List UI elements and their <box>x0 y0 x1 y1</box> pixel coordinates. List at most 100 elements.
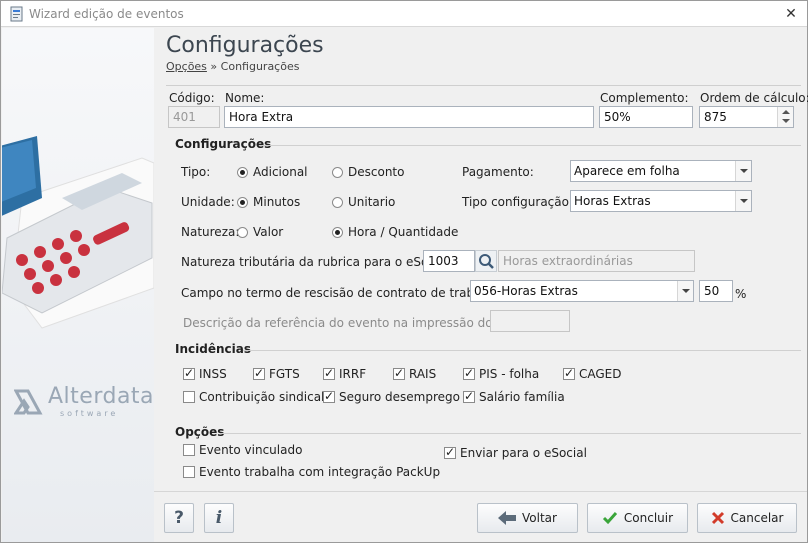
header-divider <box>166 85 801 86</box>
complemento-input[interactable]: 50% <box>599 106 693 128</box>
natureza-tributaria-desc: Horas extraordinárias <box>498 250 695 272</box>
check-packup[interactable]: Evento trabalha com integração PackUp <box>183 465 440 479</box>
checkbox <box>183 466 195 478</box>
ordem-value: 875 <box>704 110 727 124</box>
cancelar-button[interactable]: Cancelar <box>697 503 797 533</box>
radio-dot <box>332 166 343 178</box>
radio-label: Adicional <box>253 165 308 179</box>
search-button[interactable] <box>475 250 497 272</box>
logo-subtext: software <box>60 409 119 418</box>
campo-rescisao-select[interactable]: 056-Horas Extras <box>470 280 694 302</box>
checkbox <box>183 391 195 403</box>
radio-label: Valor <box>253 225 284 239</box>
info-icon: i <box>215 508 223 528</box>
check-inss[interactable]: INSS <box>183 366 227 381</box>
check-label: FGTS <box>269 367 300 381</box>
checkbox <box>563 366 575 380</box>
ordem-calculo-input[interactable]: 875 <box>699 106 794 128</box>
check-label: Seguro desemprego <box>339 390 461 404</box>
checkbox <box>183 366 195 380</box>
natureza-tributaria-code-input[interactable]: 1003 <box>423 250 475 272</box>
cancelar-label: Cancelar <box>730 511 784 525</box>
check-rais[interactable]: RAIS <box>393 366 437 381</box>
tipo-label: Tipo: <box>181 165 211 179</box>
check-label: Enviar para o eSocial <box>460 446 587 460</box>
chevron-down-icon[interactable] <box>677 281 693 301</box>
voltar-button[interactable]: Voltar <box>477 503 578 533</box>
check-label: RAIS <box>409 367 437 381</box>
chevron-down-icon[interactable] <box>735 191 751 211</box>
nome-label: Nome: <box>225 91 265 105</box>
left-illustration-panel: Alterdata software <box>2 28 154 542</box>
checkbox <box>463 389 475 403</box>
window-title: Wizard edição de eventos <box>29 7 184 21</box>
radio-natureza-hora[interactable]: Hora / Quantidade <box>332 225 458 239</box>
pagamento-label: Pagamento: <box>462 165 534 179</box>
pagamento-select[interactable]: Aparece em folha <box>570 160 752 182</box>
descricao-trct-label: Descrição da referência do evento na imp… <box>183 316 530 330</box>
tipo-config-select[interactable]: Horas Extras <box>570 190 752 212</box>
radio-dot <box>237 196 248 208</box>
radio-tipo-desconto[interactable]: Desconto <box>332 165 404 179</box>
alterdata-logo: Alterdata software <box>14 383 154 419</box>
check-label: CAGED <box>579 367 622 381</box>
radio-dot <box>332 196 343 208</box>
check-icon <box>602 512 618 525</box>
complemento-label: Complemento: <box>600 91 689 105</box>
checkbox <box>444 445 456 459</box>
search-icon <box>479 254 494 269</box>
radio-dot <box>332 226 343 238</box>
title-bar: Wizard edição de eventos ✕ <box>1 1 807 27</box>
codigo-input[interactable]: 401 <box>168 106 220 128</box>
radio-unidade-unitario[interactable]: Unitario <box>332 195 395 209</box>
radio-label: Desconto <box>348 165 405 179</box>
check-seguro-desemprego[interactable]: Seguro desemprego <box>323 389 461 404</box>
close-icon[interactable]: ✕ <box>781 4 801 24</box>
check-irrf[interactable]: IRRF <box>323 366 366 381</box>
campo-rescisao-label: Campo no termo de rescisão de contrato d… <box>181 286 504 300</box>
radio-natureza-valor[interactable]: Valor <box>237 225 283 239</box>
check-label: INSS <box>199 367 227 381</box>
check-fgts[interactable]: FGTS <box>253 366 300 381</box>
concluir-button[interactable]: Concluir <box>587 503 688 533</box>
codigo-label: Código: <box>169 91 215 105</box>
percent-sign: % <box>735 287 747 301</box>
chevron-down-icon[interactable] <box>735 161 751 181</box>
radio-tipo-adicional[interactable]: Adicional <box>237 165 308 179</box>
check-contribuicao-sindical[interactable]: Contribuição sindical <box>183 390 324 404</box>
descricao-trct-input <box>490 310 570 332</box>
ordem-spinner[interactable] <box>777 107 793 127</box>
checkbox <box>323 366 335 380</box>
campo-rescisao-value: 056-Horas Extras <box>474 284 578 298</box>
check-enviar-esocial[interactable]: Enviar para o eSocial <box>444 445 587 460</box>
checkbox <box>183 444 195 456</box>
section-configuracoes: Configurações <box>175 137 272 151</box>
nome-input[interactable]: Hora Extra <box>224 106 594 128</box>
breadcrumb-current: Configurações <box>220 60 300 73</box>
radio-label: Minutos <box>253 195 301 209</box>
radio-unidade-minutos[interactable]: Minutos <box>237 195 300 209</box>
radio-dot <box>237 166 248 178</box>
checkbox <box>463 366 475 380</box>
check-caged[interactable]: CAGED <box>563 366 622 381</box>
check-pis-folha[interactable]: PIS - folha <box>463 366 539 381</box>
breadcrumb-separator: » <box>210 60 218 73</box>
unidade-label: Unidade: <box>181 195 235 209</box>
ordem-label: Ordem de cálculo: <box>700 91 808 105</box>
spin-down-icon[interactable] <box>782 119 790 123</box>
campo-percent-input[interactable]: 50 <box>699 280 733 302</box>
breadcrumb-link-opcoes[interactable]: Opções <box>166 60 207 73</box>
section-incidencias: Incidências <box>175 342 251 356</box>
section-opcoes-line <box>221 433 801 434</box>
info-button[interactable]: i <box>204 503 234 533</box>
check-label: Salário família <box>479 390 565 404</box>
radio-label: Hora / Quantidade <box>348 225 459 239</box>
checkbox <box>253 366 265 380</box>
check-salario-familia[interactable]: Salário família <box>463 389 565 404</box>
check-evento-vinculado[interactable]: Evento vinculado <box>183 443 302 457</box>
radio-dot <box>237 226 248 238</box>
natureza-tributaria-label: Natureza tributária da rubrica para o eS… <box>181 255 454 269</box>
spin-up-icon[interactable] <box>782 110 790 114</box>
logo-text: Alterdata <box>48 384 154 409</box>
help-button[interactable]: ? <box>164 503 194 533</box>
